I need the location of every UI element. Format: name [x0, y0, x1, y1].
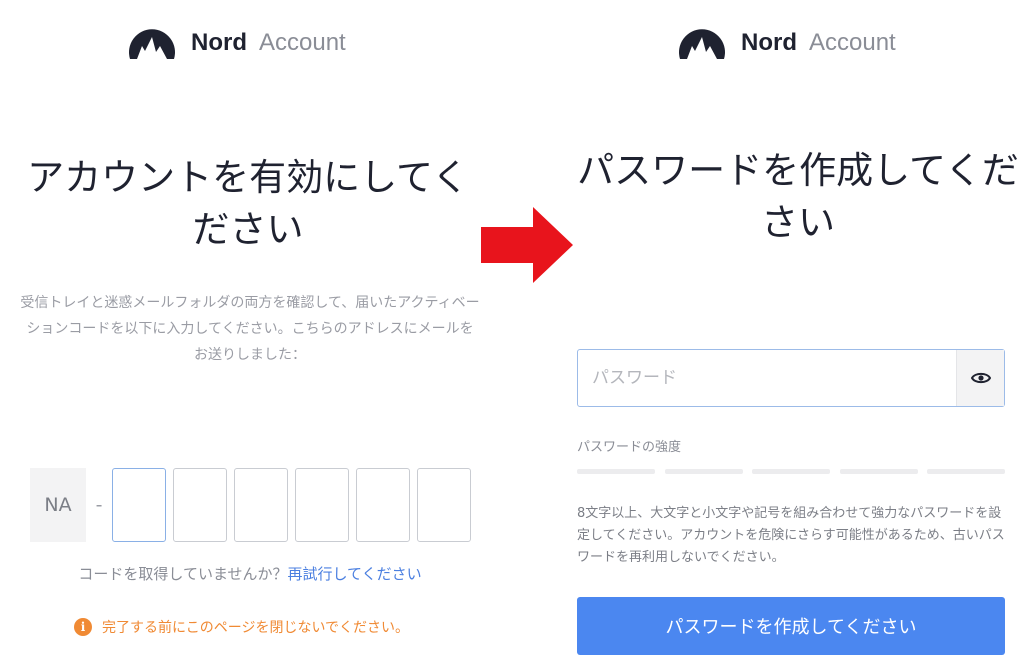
code-prefix: NA: [30, 468, 86, 542]
page-title: パスワードを作成してください: [577, 149, 1019, 244]
activation-instructions: 受信トレイと迷惑メールフォルダの両方を確認して、届いたアクティベーションコードを…: [20, 295, 480, 363]
brand-product: Account: [809, 29, 896, 56]
strength-segment: [927, 469, 1005, 474]
strength-segment: [752, 469, 830, 474]
nord-logo-icon: [129, 29, 175, 59]
password-field: [577, 349, 1005, 407]
brand-header: Nord Account: [676, 22, 896, 64]
show-password-button[interactable]: [956, 350, 1004, 406]
brand-name: Nord: [191, 29, 247, 56]
code-digit-2[interactable]: [173, 468, 227, 542]
brand-name: Nord: [741, 29, 797, 56]
strength-segment: [839, 469, 918, 474]
code-separator: -: [95, 494, 103, 516]
retry-question: コードを取得していませんか？: [78, 565, 288, 583]
password-strength-label: パスワードの強度: [577, 440, 682, 455]
code-digit-3[interactable]: [234, 468, 288, 542]
nord-logo-icon: [679, 29, 725, 59]
info-icon: i: [74, 618, 92, 636]
warning-text: 完了する前にこのページを閉じないでください。: [102, 620, 410, 636]
brand-header: Nord Account: [126, 22, 346, 64]
brand-product: Account: [259, 29, 346, 56]
create-password-panel: Nord Account パスワードを作成してください パスワードの強度 8文字…: [555, 0, 1024, 668]
retry-prompt: コードを取得していませんか？再試行してください: [20, 563, 480, 584]
code-digit-1[interactable]: [112, 468, 166, 542]
activation-code-input: NA -: [30, 468, 478, 542]
strength-segment: [664, 469, 743, 474]
code-digit-5[interactable]: [356, 468, 410, 542]
strength-segment: [577, 469, 655, 474]
password-strength-meter: [577, 469, 1005, 474]
eye-icon: [970, 372, 991, 384]
code-digit-6[interactable]: [417, 468, 471, 542]
page-title: アカウントを有効にしてください: [27, 156, 469, 251]
password-requirements: 8文字以上、大文字と小文字や記号を組み合わせて強力なパスワードを設定してください…: [577, 506, 1005, 565]
warning-message: i 完了する前にこのページを閉じないでください。: [74, 617, 409, 637]
password-input[interactable]: [578, 350, 956, 406]
code-digit-4[interactable]: [295, 468, 349, 542]
activation-panel: Nord Account アカウントを有効にしてください 受信トレイと迷惑メール…: [0, 0, 500, 668]
retry-link[interactable]: 再試行してください: [288, 565, 422, 583]
create-password-button[interactable]: パスワードを作成してください: [577, 597, 1005, 655]
